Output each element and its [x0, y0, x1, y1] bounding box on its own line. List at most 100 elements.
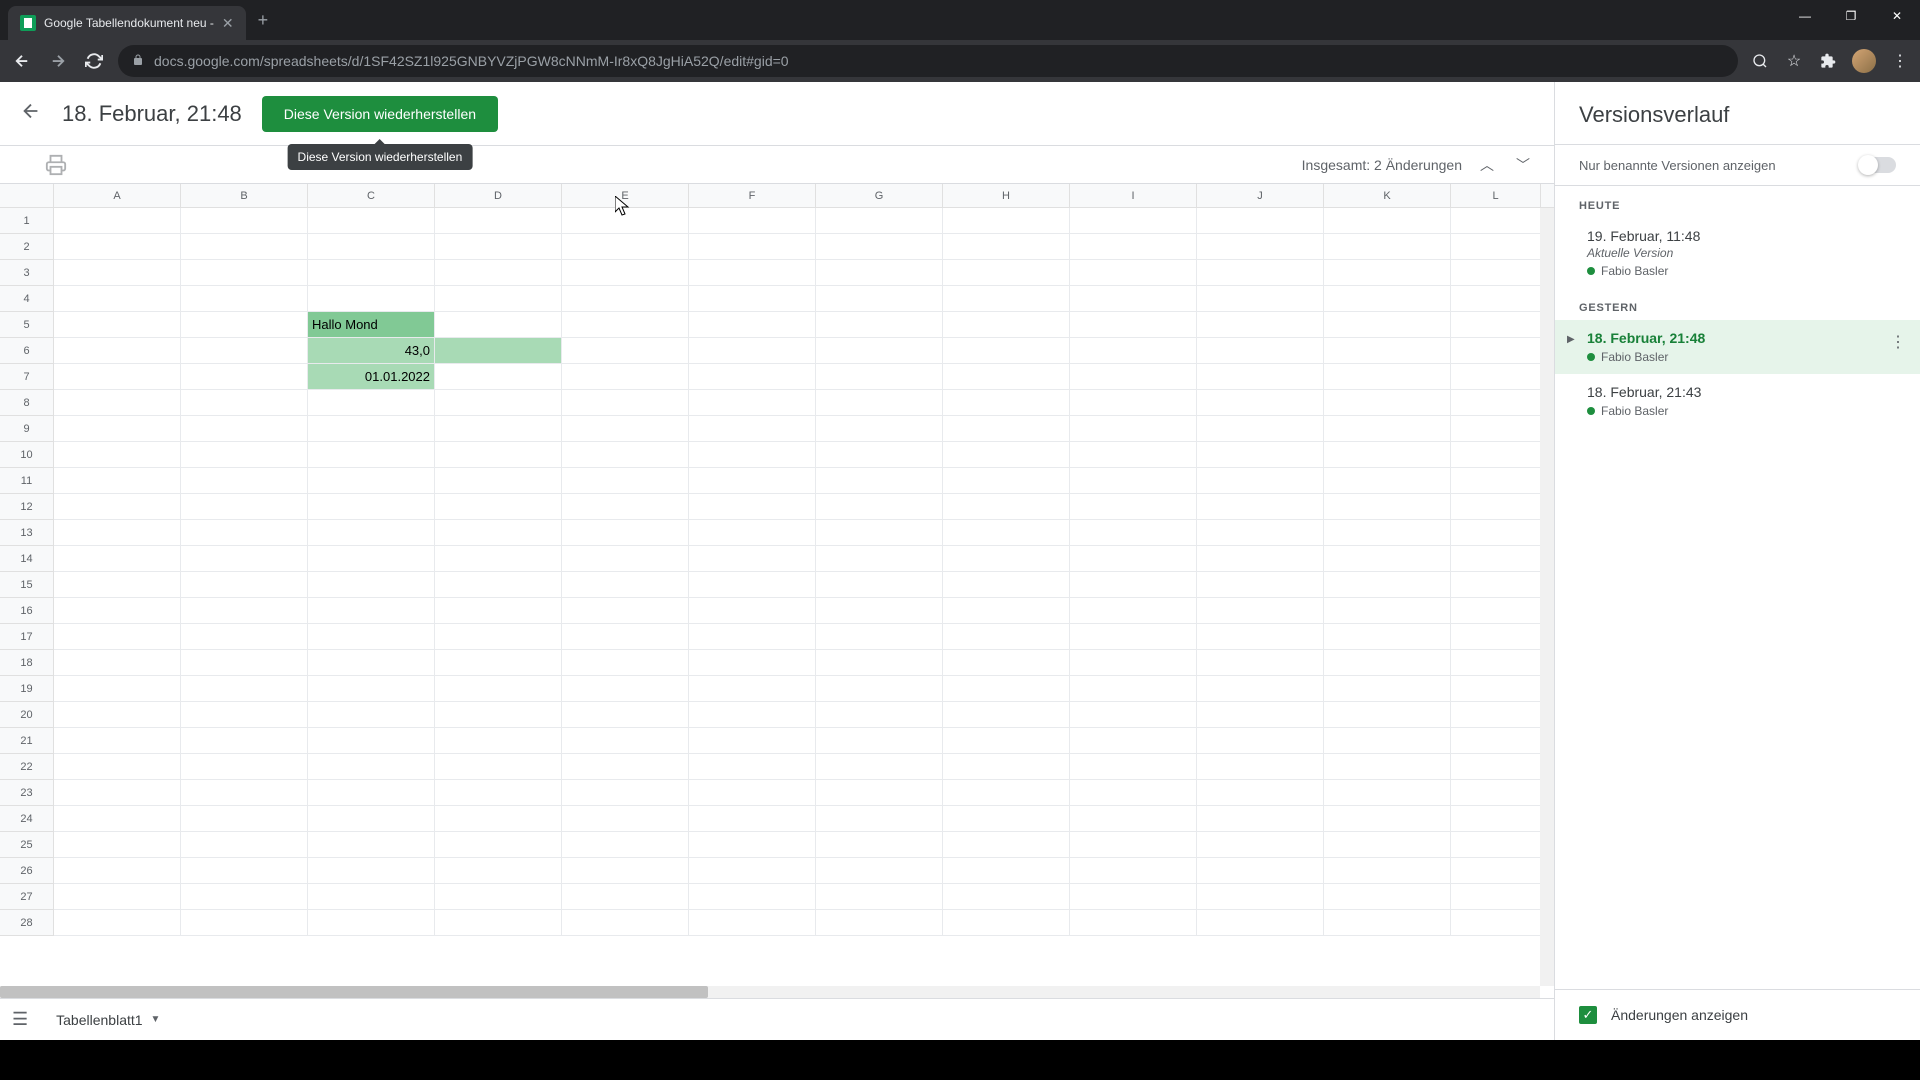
- cell[interactable]: [562, 624, 689, 650]
- new-tab-button[interactable]: +: [246, 10, 281, 31]
- horizontal-scrollbar[interactable]: [0, 986, 1540, 998]
- cell[interactable]: [1324, 676, 1451, 702]
- cell[interactable]: [308, 442, 435, 468]
- print-icon[interactable]: [44, 154, 68, 176]
- cell[interactable]: [308, 546, 435, 572]
- cell[interactable]: [181, 416, 308, 442]
- cell[interactable]: [1070, 858, 1197, 884]
- column-header[interactable]: J: [1197, 184, 1324, 207]
- cell[interactable]: [689, 364, 816, 390]
- cell[interactable]: [54, 546, 181, 572]
- cell[interactable]: [181, 520, 308, 546]
- cell[interactable]: [1197, 364, 1324, 390]
- cell[interactable]: [1070, 286, 1197, 312]
- cell[interactable]: [308, 910, 435, 936]
- cell[interactable]: [308, 572, 435, 598]
- cell[interactable]: [689, 728, 816, 754]
- cell[interactable]: [943, 858, 1070, 884]
- cell[interactable]: [54, 832, 181, 858]
- cell[interactable]: [816, 598, 943, 624]
- select-all-corner[interactable]: [0, 184, 54, 207]
- row-header[interactable]: 11: [0, 468, 54, 494]
- cell[interactable]: [54, 260, 181, 286]
- browser-tab[interactable]: Google Tabellendokument neu - ✕: [8, 6, 246, 40]
- cell[interactable]: [1324, 208, 1451, 234]
- cell[interactable]: [1070, 676, 1197, 702]
- cell[interactable]: [181, 312, 308, 338]
- cell[interactable]: [562, 884, 689, 910]
- cell[interactable]: [308, 832, 435, 858]
- cell[interactable]: [308, 676, 435, 702]
- cell[interactable]: [1451, 286, 1541, 312]
- row-header[interactable]: 28: [0, 910, 54, 936]
- cell[interactable]: [1451, 442, 1541, 468]
- cell[interactable]: [308, 780, 435, 806]
- cell[interactable]: [1197, 338, 1324, 364]
- column-header[interactable]: D: [435, 184, 562, 207]
- cell[interactable]: [54, 312, 181, 338]
- cell[interactable]: [816, 884, 943, 910]
- cell[interactable]: [1197, 546, 1324, 572]
- cell[interactable]: [1451, 598, 1541, 624]
- cell[interactable]: [54, 390, 181, 416]
- cell[interactable]: [943, 234, 1070, 260]
- cell[interactable]: [1451, 858, 1541, 884]
- version-item-menu-icon[interactable]: ⋮: [1890, 332, 1906, 352]
- version-item[interactable]: 19. Februar, 11:48Aktuelle VersionFabio …: [1555, 218, 1920, 288]
- cell[interactable]: [435, 312, 562, 338]
- cell[interactable]: [181, 832, 308, 858]
- cell[interactable]: [1451, 702, 1541, 728]
- cell[interactable]: [1324, 286, 1451, 312]
- cell[interactable]: [181, 546, 308, 572]
- cell[interactable]: [689, 312, 816, 338]
- cell[interactable]: [689, 390, 816, 416]
- cell[interactable]: [54, 884, 181, 910]
- cell[interactable]: [1324, 312, 1451, 338]
- row-header[interactable]: 6: [0, 338, 54, 364]
- row-header[interactable]: 17: [0, 624, 54, 650]
- cell[interactable]: [689, 910, 816, 936]
- cell[interactable]: [308, 806, 435, 832]
- cell[interactable]: [562, 598, 689, 624]
- cell[interactable]: [816, 650, 943, 676]
- cell[interactable]: [181, 624, 308, 650]
- cell[interactable]: [308, 468, 435, 494]
- cell[interactable]: [1070, 364, 1197, 390]
- cell[interactable]: [562, 572, 689, 598]
- cell[interactable]: [181, 572, 308, 598]
- cell[interactable]: [943, 650, 1070, 676]
- row-header[interactable]: 26: [0, 858, 54, 884]
- cell[interactable]: [1197, 208, 1324, 234]
- cell[interactable]: [1324, 832, 1451, 858]
- cell[interactable]: [1451, 416, 1541, 442]
- cell[interactable]: [1324, 364, 1451, 390]
- cell[interactable]: [54, 234, 181, 260]
- row-header[interactable]: 22: [0, 754, 54, 780]
- cell[interactable]: [689, 832, 816, 858]
- cell[interactable]: [308, 884, 435, 910]
- cell[interactable]: [816, 520, 943, 546]
- cell[interactable]: [1197, 468, 1324, 494]
- cell[interactable]: [1451, 754, 1541, 780]
- column-header[interactable]: L: [1451, 184, 1541, 207]
- row-header[interactable]: 13: [0, 520, 54, 546]
- row-header[interactable]: 8: [0, 390, 54, 416]
- extensions-icon[interactable]: [1818, 53, 1838, 69]
- cell[interactable]: [816, 572, 943, 598]
- cell[interactable]: [308, 208, 435, 234]
- cell[interactable]: [54, 598, 181, 624]
- cell[interactable]: [943, 364, 1070, 390]
- cell[interactable]: [562, 208, 689, 234]
- cell[interactable]: [181, 234, 308, 260]
- sheet-tab[interactable]: Tabellenblatt1 ▼: [42, 1004, 174, 1036]
- cell[interactable]: [1451, 312, 1541, 338]
- cell[interactable]: [1070, 806, 1197, 832]
- cell[interactable]: [1070, 884, 1197, 910]
- cell[interactable]: [435, 390, 562, 416]
- all-sheets-button[interactable]: ☰: [12, 1009, 28, 1030]
- cell[interactable]: [1197, 910, 1324, 936]
- cell[interactable]: [1324, 416, 1451, 442]
- cell[interactable]: [1451, 728, 1541, 754]
- cell[interactable]: [1070, 832, 1197, 858]
- cell[interactable]: [562, 780, 689, 806]
